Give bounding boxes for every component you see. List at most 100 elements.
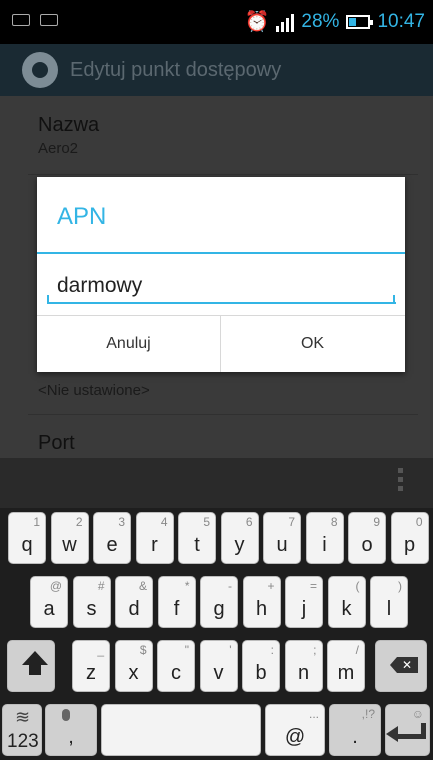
key-h[interactable]: + h xyxy=(242,576,281,628)
key-secondary-label: 4 xyxy=(160,515,168,529)
key-label: u xyxy=(276,534,288,556)
key-c[interactable]: " c xyxy=(157,640,195,692)
key-label: j xyxy=(301,598,307,620)
period-key[interactable]: ,!? . xyxy=(329,704,381,756)
key-secondary-label: 1 xyxy=(33,515,40,529)
key-label: b xyxy=(255,662,267,684)
key-w[interactable]: 2w xyxy=(50,512,89,564)
key-secondary-label: + xyxy=(267,579,275,593)
backspace-key[interactable]: ✕ xyxy=(375,640,427,692)
cancel-button[interactable]: Anuluj xyxy=(37,316,220,372)
key-label: a xyxy=(43,598,55,620)
key-label: t xyxy=(194,534,200,556)
key-label: g xyxy=(213,598,225,620)
enter-icon xyxy=(386,723,426,742)
key-u[interactable]: 7u xyxy=(263,512,301,564)
at-key[interactable]: ... @ xyxy=(265,704,325,756)
settings-gear-icon[interactable] xyxy=(22,52,58,88)
key-f[interactable]: * f xyxy=(157,576,196,628)
key-label: y xyxy=(234,534,245,556)
apn-input[interactable] xyxy=(48,270,396,304)
key-l[interactable]: ) l xyxy=(370,576,408,628)
setting-value: <Nie ustawione> xyxy=(38,382,150,399)
key-p[interactable]: 0p xyxy=(390,512,429,564)
key-i[interactable]: 8i xyxy=(305,512,344,564)
space-key[interactable] xyxy=(101,704,261,756)
dialog-title-divider xyxy=(37,252,405,254)
key-label: m xyxy=(337,662,355,684)
key-secondary-label: " xyxy=(184,643,189,657)
ok-button[interactable]: OK xyxy=(221,316,404,372)
key-q[interactable]: 1q xyxy=(8,512,46,564)
key-secondary-label: 9 xyxy=(373,515,380,529)
key-m[interactable]: / m xyxy=(327,640,365,692)
swiftkey-icon: ≋ xyxy=(15,707,31,727)
key-secondary-label: 3 xyxy=(118,515,125,529)
key-label: h xyxy=(255,598,268,620)
key-secondary-label: & xyxy=(138,579,147,593)
key-secondary-label: ( xyxy=(355,579,360,593)
notification-icon xyxy=(12,14,30,26)
key-secondary-label: 0 xyxy=(415,515,423,529)
key-secondary-label: 2 xyxy=(75,515,83,529)
key-secondary-label: 5 xyxy=(203,515,210,529)
key-o[interactable]: 9o xyxy=(348,512,386,564)
key-a[interactable]: @ a xyxy=(30,576,68,628)
key-s[interactable]: # s xyxy=(72,576,111,628)
action-bar: Edytuj punkt dostępowy xyxy=(0,44,433,96)
key-j[interactable]: = j xyxy=(285,576,323,628)
setting-title: Port xyxy=(38,432,75,454)
alarm-icon: ⏰ xyxy=(244,11,270,33)
divider xyxy=(28,174,418,175)
key-secondary-label: $ xyxy=(139,643,147,657)
more-options-icon[interactable] xyxy=(398,468,403,491)
emoji-icon: ☺ xyxy=(411,707,424,721)
gallery-icon xyxy=(40,14,58,26)
key-n[interactable]: ; n xyxy=(284,640,323,692)
key-secondary-label: 8 xyxy=(330,515,338,529)
key-label: z xyxy=(86,662,96,684)
setting-port[interactable]: Port xyxy=(38,432,75,455)
key-z[interactable]: _ z xyxy=(72,640,110,692)
suggestion-strip xyxy=(0,458,433,508)
enter-key[interactable]: ☺ xyxy=(385,704,430,756)
setting-name[interactable]: Nazwa Aero2 xyxy=(38,114,99,157)
key-g[interactable]: -g xyxy=(200,576,238,628)
key-e[interactable]: 3e xyxy=(93,512,131,564)
key-secondary-label: _ xyxy=(97,643,104,657)
key-d[interactable]: & d xyxy=(115,576,153,628)
clock: 10:47 xyxy=(377,10,425,32)
key-x[interactable]: $ x xyxy=(114,640,153,692)
key-v[interactable]: ' v xyxy=(199,640,238,692)
key-label: l xyxy=(386,598,392,620)
key-secondary-label: 6 xyxy=(245,515,253,529)
setting-value: Aero2 xyxy=(38,140,79,157)
apn-dialog: APN Anuluj OK xyxy=(37,177,405,372)
shift-icon xyxy=(22,651,48,675)
comma-key[interactable]: , xyxy=(45,704,97,756)
key-y[interactable]: 6y xyxy=(220,512,259,564)
keyboard: 1 q 2 w 3 e 4 r 5 t 6 y 7 u 8 i 9 o 0 p @ a # s & d * f - g + h = j(k) l _ z… xyxy=(0,508,433,760)
key-label: k xyxy=(341,598,352,620)
key-label: i xyxy=(322,534,327,556)
numbers-key[interactable]: ≋ 123 xyxy=(2,704,42,756)
key-t[interactable]: 5t xyxy=(178,512,216,564)
page-title: Edytuj punkt dostępowy xyxy=(70,58,282,81)
setting-unset[interactable]: <Nie ustawione> xyxy=(38,379,150,399)
key-secondary-label: # xyxy=(97,579,105,593)
key-secondary-label: = xyxy=(309,579,317,593)
numbers-label: 123 xyxy=(7,731,39,752)
divider xyxy=(28,414,418,415)
microphone-icon xyxy=(62,709,70,721)
key-secondary-label: - xyxy=(228,579,232,593)
key-r[interactable]: 4r xyxy=(135,512,174,564)
key-secondary-label: ; xyxy=(313,643,317,657)
key-label: d xyxy=(128,598,140,620)
key-label: v xyxy=(213,662,224,684)
shift-key[interactable] xyxy=(7,640,55,692)
key-b[interactable]: :b xyxy=(242,640,280,692)
key-label: n xyxy=(297,662,310,684)
key-k[interactable]: (k xyxy=(327,576,366,628)
key-label: e xyxy=(106,534,118,556)
period-label: . xyxy=(352,726,358,748)
